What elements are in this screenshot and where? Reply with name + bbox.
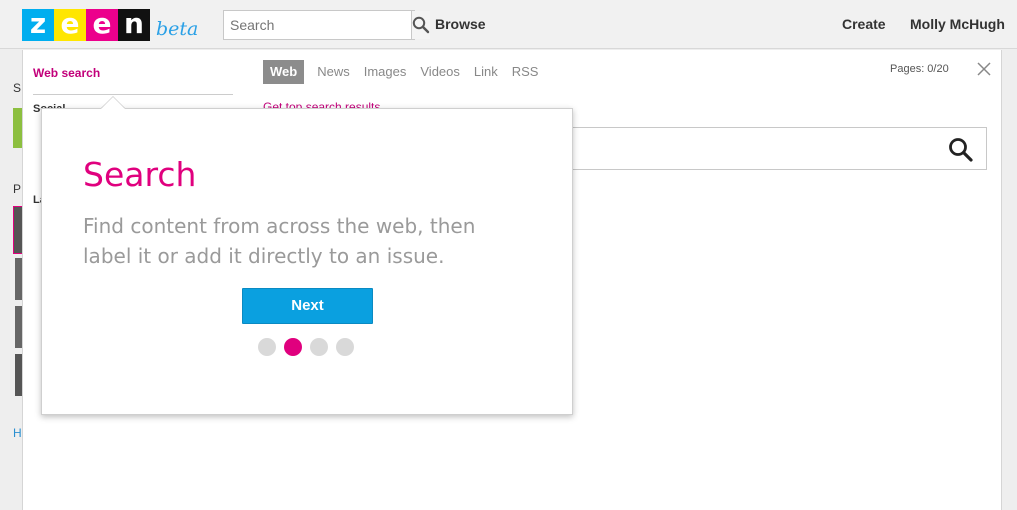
tab-images[interactable]: Images — [357, 60, 414, 84]
popover-title: Search — [83, 155, 197, 194]
logo-letter: z — [22, 9, 54, 41]
bg-letter: P — [13, 182, 22, 196]
zeen-logo[interactable]: z e e n beta — [22, 9, 198, 41]
tab-news[interactable]: News — [310, 60, 357, 84]
popover-pointer-fill — [101, 97, 125, 109]
step-indicator — [258, 338, 354, 356]
logo-letter: n — [118, 9, 150, 41]
popover-description: Find content from across the web, then l… — [83, 214, 476, 268]
tab-videos[interactable]: Videos — [413, 60, 467, 84]
onboarding-popover: Search Find content from across the web,… — [41, 108, 573, 415]
logo-letter: e — [54, 9, 86, 41]
sidebar-item-web-search[interactable]: Web search — [33, 66, 100, 80]
step-dot[interactable] — [258, 338, 276, 356]
browse-link[interactable]: Browse — [435, 16, 486, 32]
user-menu[interactable]: Molly McHugh — [910, 16, 1005, 32]
search-icon — [412, 16, 430, 34]
search-icon[interactable] — [948, 137, 974, 163]
top-bar: z e e n beta Browse Create Molly McHugh — [0, 0, 1017, 49]
step-dot-active[interactable] — [284, 338, 302, 356]
create-link[interactable]: Create — [842, 16, 886, 32]
sidebar-divider — [33, 94, 233, 95]
header-search-input[interactable] — [224, 11, 411, 39]
bg-letter: H — [13, 426, 22, 440]
tab-rss[interactable]: RSS — [505, 60, 546, 84]
step-dot[interactable] — [310, 338, 328, 356]
tab-link[interactable]: Link — [467, 60, 505, 84]
step-dot[interactable] — [336, 338, 354, 356]
bg-letter: S — [13, 81, 22, 95]
next-button[interactable]: Next — [242, 288, 373, 324]
logo-letter: e — [86, 9, 118, 41]
header-search-button[interactable] — [411, 11, 430, 39]
tab-web[interactable]: Web — [263, 60, 305, 84]
logo-beta: beta — [156, 18, 199, 40]
header-search — [223, 10, 430, 40]
close-icon[interactable] — [976, 61, 992, 77]
pages-counter: Pages: 0/20 — [890, 63, 949, 75]
source-tabs: Web News Images Videos Link RSS — [263, 60, 545, 84]
